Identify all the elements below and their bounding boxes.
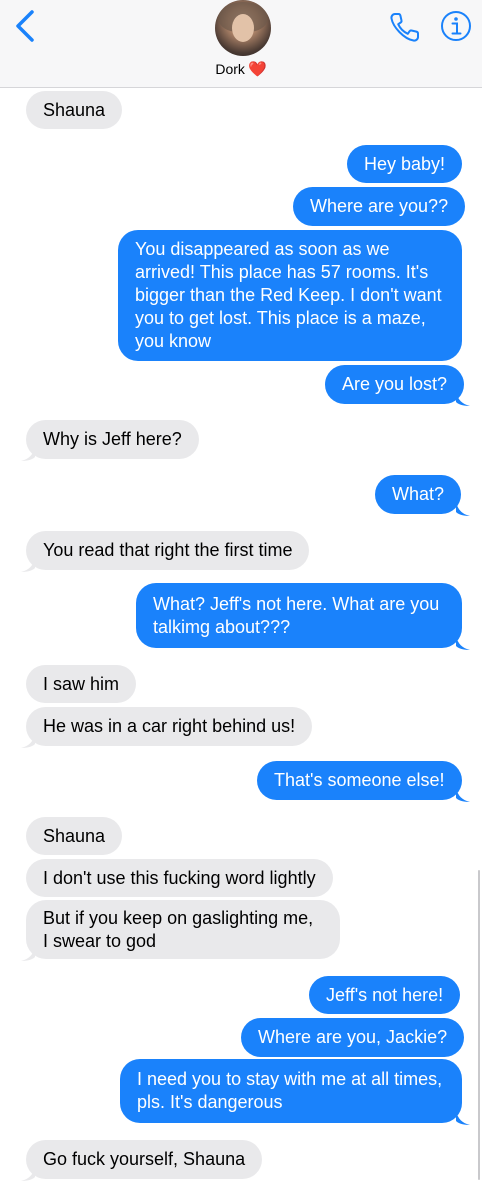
- message-bubble-outgoing[interactable]: That's someone else!: [257, 761, 462, 800]
- message-text: That's someone else!: [274, 770, 445, 790]
- bubble-tail: [456, 502, 470, 516]
- message-bubble-outgoing[interactable]: Hey baby!: [347, 145, 463, 183]
- bubble-tail: [456, 1111, 470, 1125]
- contact-avatar[interactable]: [215, 0, 271, 56]
- scroll-indicator[interactable]: [478, 870, 480, 1180]
- message-bubble-incoming[interactable]: Go fuck yourself, Shauna: [26, 1140, 263, 1179]
- bubble-tail: [456, 788, 470, 802]
- message-text: Shauna: [43, 99, 106, 120]
- back-button[interactable]: [10, 8, 40, 44]
- message-bubble-incoming[interactable]: You read that right the first time: [26, 531, 310, 570]
- message-bubble-incoming[interactable]: I saw him: [26, 665, 137, 703]
- message-text: What? Jeff's not here. What are you talk…: [153, 593, 440, 637]
- call-button[interactable]: [388, 10, 422, 44]
- message-text: He was in a car right behind us!: [43, 716, 296, 736]
- message-text: You disappeared as soon as we arrived! T…: [135, 239, 442, 351]
- contact-name-text: Dork: [215, 61, 245, 77]
- info-button[interactable]: [440, 10, 472, 42]
- message-text: Where are you, Jackie?: [258, 1027, 448, 1047]
- conversation-header: Dork ❤️: [0, 0, 482, 88]
- message-text: Why is Jeff here?: [43, 429, 182, 449]
- bubble-tail: [21, 447, 35, 461]
- message-bubble-outgoing[interactable]: Where are you, Jackie?: [241, 1018, 465, 1057]
- bubble-tail: [21, 1167, 35, 1181]
- message-text: What?: [392, 484, 445, 504]
- message-text: Are you lost?: [342, 374, 448, 394]
- bubble-tail: [456, 392, 470, 406]
- message-text: I don't use this fucking word lightly: [43, 867, 316, 888]
- avatar-face: [232, 14, 254, 42]
- message-bubble-outgoing[interactable]: You disappeared as soon as we arrived! T…: [118, 230, 462, 361]
- message-bubble-outgoing[interactable]: Jeff's not here!: [309, 976, 461, 1014]
- message-text: Jeff's not here!: [326, 984, 444, 1005]
- chevron-left-icon: [16, 10, 34, 42]
- bubble-tail: [21, 558, 35, 572]
- message-bubble-incoming[interactable]: But if you keep on gaslighting me, I swe…: [26, 900, 340, 959]
- message-bubble-outgoing[interactable]: Where are you??: [293, 187, 466, 226]
- message-bubble-outgoing[interactable]: Are you lost?: [325, 365, 465, 404]
- contact-name[interactable]: Dork ❤️: [0, 60, 482, 78]
- message-text: I need you to stay with me at all times,…: [137, 1069, 443, 1112]
- message-text: Shauna: [43, 825, 106, 846]
- message-text: But if you keep on gaslighting me, I swe…: [43, 907, 314, 951]
- message-bubble-incoming[interactable]: He was in a car right behind us!: [26, 707, 313, 746]
- phone-icon: [390, 13, 419, 42]
- info-icon: [441, 11, 471, 41]
- message-bubble-outgoing[interactable]: I need you to stay with me at all times,…: [120, 1059, 462, 1123]
- message-text: I saw him: [43, 673, 120, 694]
- message-text: Where are you??: [310, 196, 449, 216]
- message-bubble-outgoing[interactable]: What?: [375, 475, 462, 514]
- message-text: Hey baby!: [364, 153, 446, 174]
- message-bubble-incoming[interactable]: Shauna: [26, 91, 123, 129]
- message-thread[interactable]: Shauna Hey baby! Where are you?? You dis…: [0, 88, 482, 1200]
- message-text: You read that right the first time: [43, 540, 293, 560]
- message-text: Go fuck yourself, Shauna: [43, 1149, 246, 1169]
- bubble-tail: [21, 734, 35, 748]
- message-bubble-incoming[interactable]: Why is Jeff here?: [26, 420, 199, 459]
- heart-emoji: ❤️: [247, 61, 267, 78]
- bubble-tail: [21, 947, 35, 961]
- bubble-tail: [456, 636, 470, 650]
- message-bubble-incoming[interactable]: I don't use this fucking word lightly: [26, 859, 333, 897]
- message-bubble-incoming[interactable]: Shauna: [26, 817, 123, 855]
- message-bubble-outgoing[interactable]: What? Jeff's not here. What are you talk…: [136, 583, 462, 648]
